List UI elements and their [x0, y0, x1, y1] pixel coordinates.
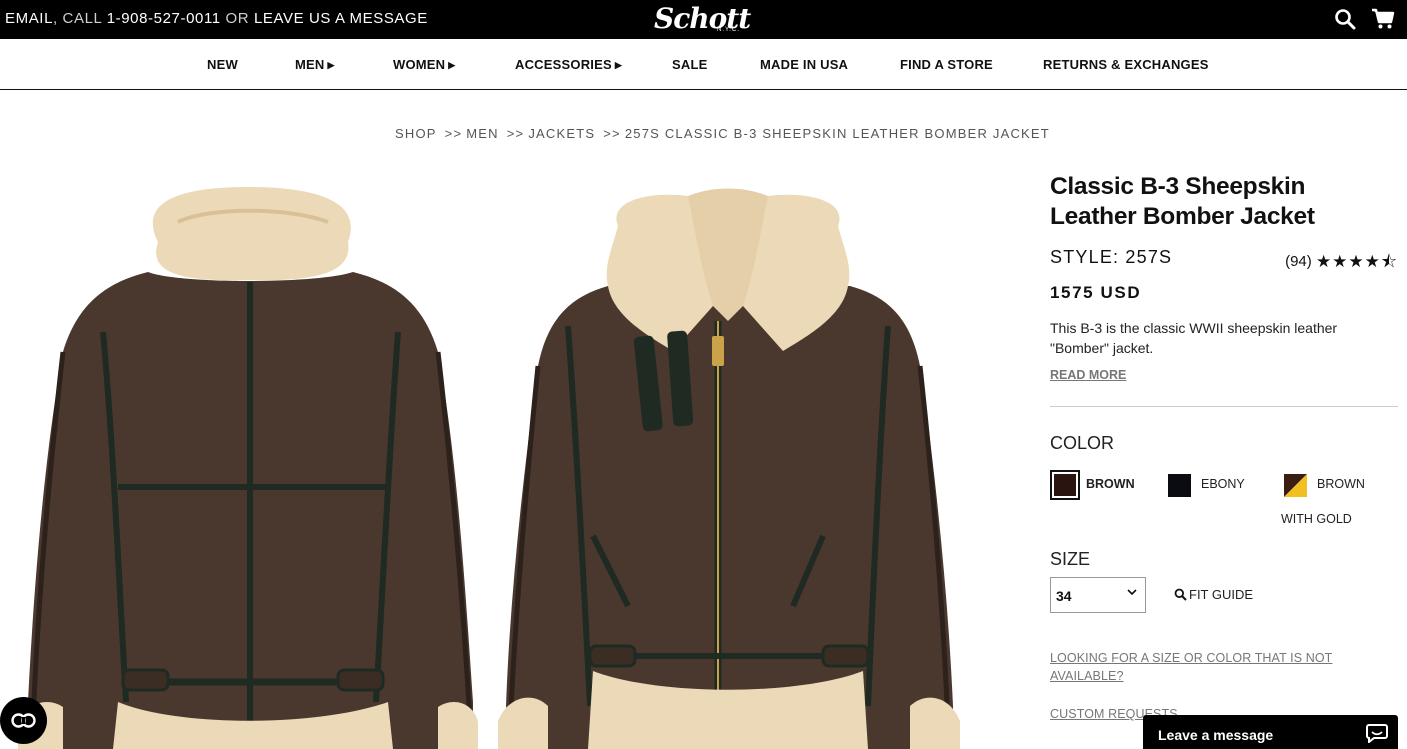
- search-icon: [1174, 588, 1187, 601]
- search-icon[interactable]: [1334, 8, 1358, 32]
- breadcrumb-jackets[interactable]: JACKETS: [528, 126, 595, 141]
- fit-guide-link[interactable]: FIT GUIDE: [1174, 587, 1253, 602]
- review-summary[interactable]: (94) ★★★★⯪: [1285, 249, 1398, 278]
- breadcrumb: SHOP >> MEN >> JACKETS >> 257S CLASSIC B-3 SHE…: [395, 126, 1050, 141]
- chat-widget[interactable]: Leave a message: [1143, 715, 1398, 749]
- review-count: (94): [1285, 253, 1312, 270]
- submenu-arrow-icon: ▶: [448, 60, 456, 70]
- color-label: COLOR: [1050, 433, 1115, 453]
- color-label-with-gold: WITH GOLD: [1281, 512, 1352, 526]
- nav-item-accessories[interactable]: ACCESSORIES ▶: [515, 57, 622, 72]
- nav-item-men[interactable]: MEN ▶: [295, 57, 335, 72]
- accessibility-button[interactable]: [0, 697, 47, 744]
- breadcrumb-separator: >>: [506, 126, 525, 141]
- nav-item-made-in-usa[interactable]: MADE IN USA: [760, 57, 848, 72]
- cart-icon[interactable]: [1371, 8, 1395, 32]
- chat-bubble-icon: [1366, 723, 1388, 748]
- star-rating-icon: ★★★★⯪: [1315, 252, 1398, 271]
- color-label-ebony: EBONY: [1201, 477, 1245, 491]
- phone-link[interactable]: 1-908-527-0011: [107, 10, 221, 27]
- submenu-arrow-icon: ▶: [614, 60, 622, 70]
- email-link[interactable]: EMAIL: [5, 10, 53, 27]
- color-swatch-selected: [1050, 470, 1080, 500]
- breadcrumb-current: 257S CLASSIC B-3 SHEEPSKIN LEATHER BOMBE…: [624, 126, 1050, 141]
- or-label: OR: [220, 10, 254, 27]
- divider: [1050, 406, 1398, 407]
- size-color-unavailable-link[interactable]: LOOKING FOR A SIZE OR COLOR THAT IS NOT …: [1050, 649, 1350, 685]
- breadcrumb-separator: >>: [603, 126, 621, 141]
- submenu-arrow-icon: ▶: [327, 60, 335, 70]
- schott-logo[interactable]: Schott N.Y.C.: [646, 2, 751, 36]
- size-value: 34: [1056, 588, 1072, 604]
- logo-subtext: N.Y.C.: [717, 27, 740, 33]
- color-swatch: [1168, 474, 1191, 497]
- call-label: , CALL: [53, 10, 107, 27]
- main-nav: NEW MEN ▶ WOMEN ▶ ACCESSORIES ▶ SALE MADE I…: [0, 39, 1407, 90]
- nav-item-sale[interactable]: SALE: [672, 57, 707, 72]
- contact-line: EMAIL, CALL 1-908-527-0011 OR LEAVE US A…: [5, 10, 428, 27]
- product-description: This B-3 is the classic WWII sheepskin l…: [1050, 320, 1338, 356]
- color-swatch: [1284, 474, 1307, 497]
- chat-label: Leave a message: [1158, 727, 1274, 743]
- chevron-down-icon: [1127, 587, 1137, 599]
- product-image-front[interactable]: [498, 186, 960, 749]
- product-price: 1575 USD: [1050, 283, 1142, 302]
- color-label-brown: BROWN: [1086, 477, 1135, 491]
- product-style: STYLE: 257S: [1050, 247, 1173, 267]
- breadcrumb-separator: >>: [444, 126, 463, 141]
- breadcrumb-shop[interactable]: SHOP: [395, 126, 437, 141]
- nav-item-find-a-store[interactable]: FIND A STORE: [900, 57, 993, 72]
- nav-item-returns[interactable]: RETURNS & EXCHANGES: [1043, 57, 1209, 72]
- top-bar: EMAIL, CALL 1-908-527-0011 OR LEAVE US A…: [0, 0, 1407, 39]
- product-title: Classic B-3 Sheepskin Leather Bomber Jac…: [1050, 173, 1315, 230]
- accessibility-icon: [11, 713, 36, 728]
- nav-item-women[interactable]: WOMEN ▶: [393, 57, 455, 72]
- color-label-brown-gold: BROWN: [1317, 477, 1365, 491]
- leave-message-link[interactable]: LEAVE US A MESSAGE: [254, 10, 428, 27]
- size-select[interactable]: 34: [1050, 577, 1146, 613]
- size-label: SIZE: [1050, 549, 1091, 569]
- product-image-back[interactable]: [18, 182, 478, 749]
- nav-item-new[interactable]: NEW: [207, 57, 238, 72]
- breadcrumb-men[interactable]: MEN: [466, 126, 499, 141]
- read-more-link[interactable]: READ MORE: [1050, 368, 1126, 382]
